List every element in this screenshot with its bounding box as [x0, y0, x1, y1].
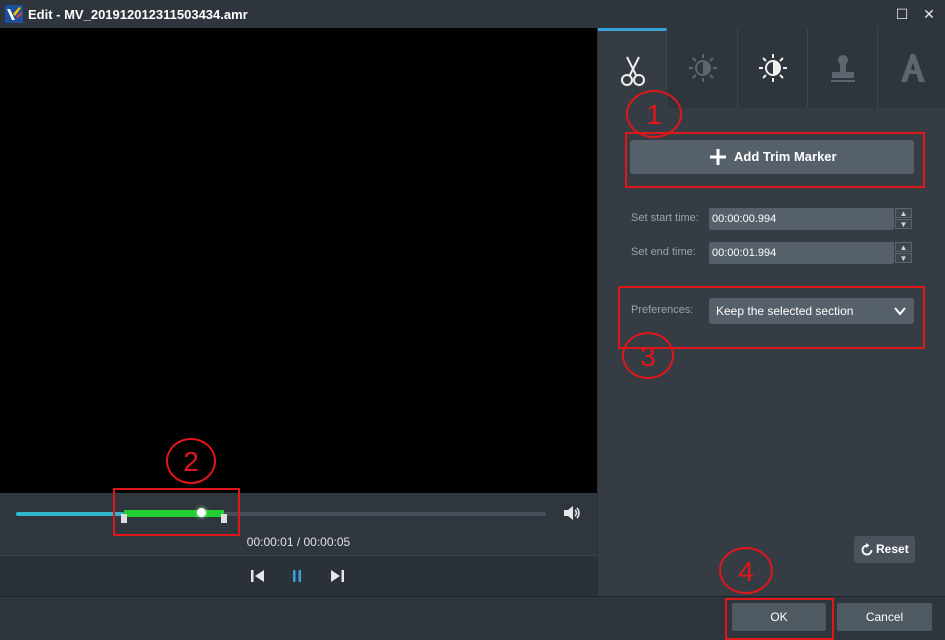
- annotation-number-3: 3: [622, 332, 674, 379]
- timecode: 00:00:01 / 00:00:05: [246, 535, 351, 549]
- pause-icon[interactable]: [289, 568, 305, 584]
- reset-button[interactable]: Reset: [854, 536, 915, 563]
- start-time-down-button[interactable]: ▼: [895, 219, 912, 229]
- tab-adjust[interactable]: [668, 28, 738, 108]
- tab-text[interactable]: [878, 28, 945, 108]
- brightness-icon: [689, 54, 717, 82]
- timeline-panel: 00:00:01 / 00:00:05: [0, 493, 597, 555]
- timeline-played-segment: [16, 512, 124, 516]
- title-bar: Edit - MV_201912012311503434.amr ☐ ✕: [0, 0, 945, 28]
- end-time-down-button[interactable]: ▼: [895, 253, 912, 263]
- window-title: Edit - MV_201912012311503434.amr: [28, 7, 248, 22]
- playback-controls: [0, 555, 597, 597]
- next-frame-icon[interactable]: [329, 568, 345, 584]
- end-time-spinner: ▲ ▼: [895, 242, 912, 264]
- stamp-icon: [831, 55, 855, 82]
- annotation-number-2: 2: [166, 438, 216, 484]
- app-logo-icon: [5, 5, 23, 23]
- text-a-icon: [901, 54, 925, 82]
- start-time-input[interactable]: 00:00:00.994: [709, 208, 894, 230]
- maximize-button[interactable]: ☐: [891, 4, 913, 24]
- volume-icon[interactable]: [563, 505, 581, 521]
- end-time-label: Set end time:: [631, 246, 696, 258]
- video-preview: [0, 28, 597, 493]
- reset-icon: [861, 543, 873, 556]
- annotation-box-4: [725, 598, 834, 640]
- start-time-label: Set start time:: [631, 212, 699, 224]
- previous-frame-icon[interactable]: [250, 568, 266, 584]
- end-time-input[interactable]: 00:00:01.994: [709, 242, 894, 264]
- close-button[interactable]: ✕: [918, 4, 940, 24]
- reset-label: Reset: [876, 542, 909, 556]
- end-time-up-button[interactable]: ▲: [895, 242, 912, 252]
- annotation-number-1: 1: [626, 90, 682, 138]
- annotation-number-4: 4: [719, 547, 773, 594]
- start-time-spinner: ▲ ▼: [895, 208, 912, 230]
- tab-watermark[interactable]: [808, 28, 878, 108]
- annotation-box-2: [113, 488, 240, 536]
- tab-effect[interactable]: [738, 28, 808, 108]
- sun-icon: [759, 54, 787, 82]
- start-time-up-button[interactable]: ▲: [895, 208, 912, 218]
- scissors-icon: [621, 56, 645, 86]
- cancel-button[interactable]: Cancel: [837, 603, 932, 631]
- annotation-box-1: [625, 132, 925, 188]
